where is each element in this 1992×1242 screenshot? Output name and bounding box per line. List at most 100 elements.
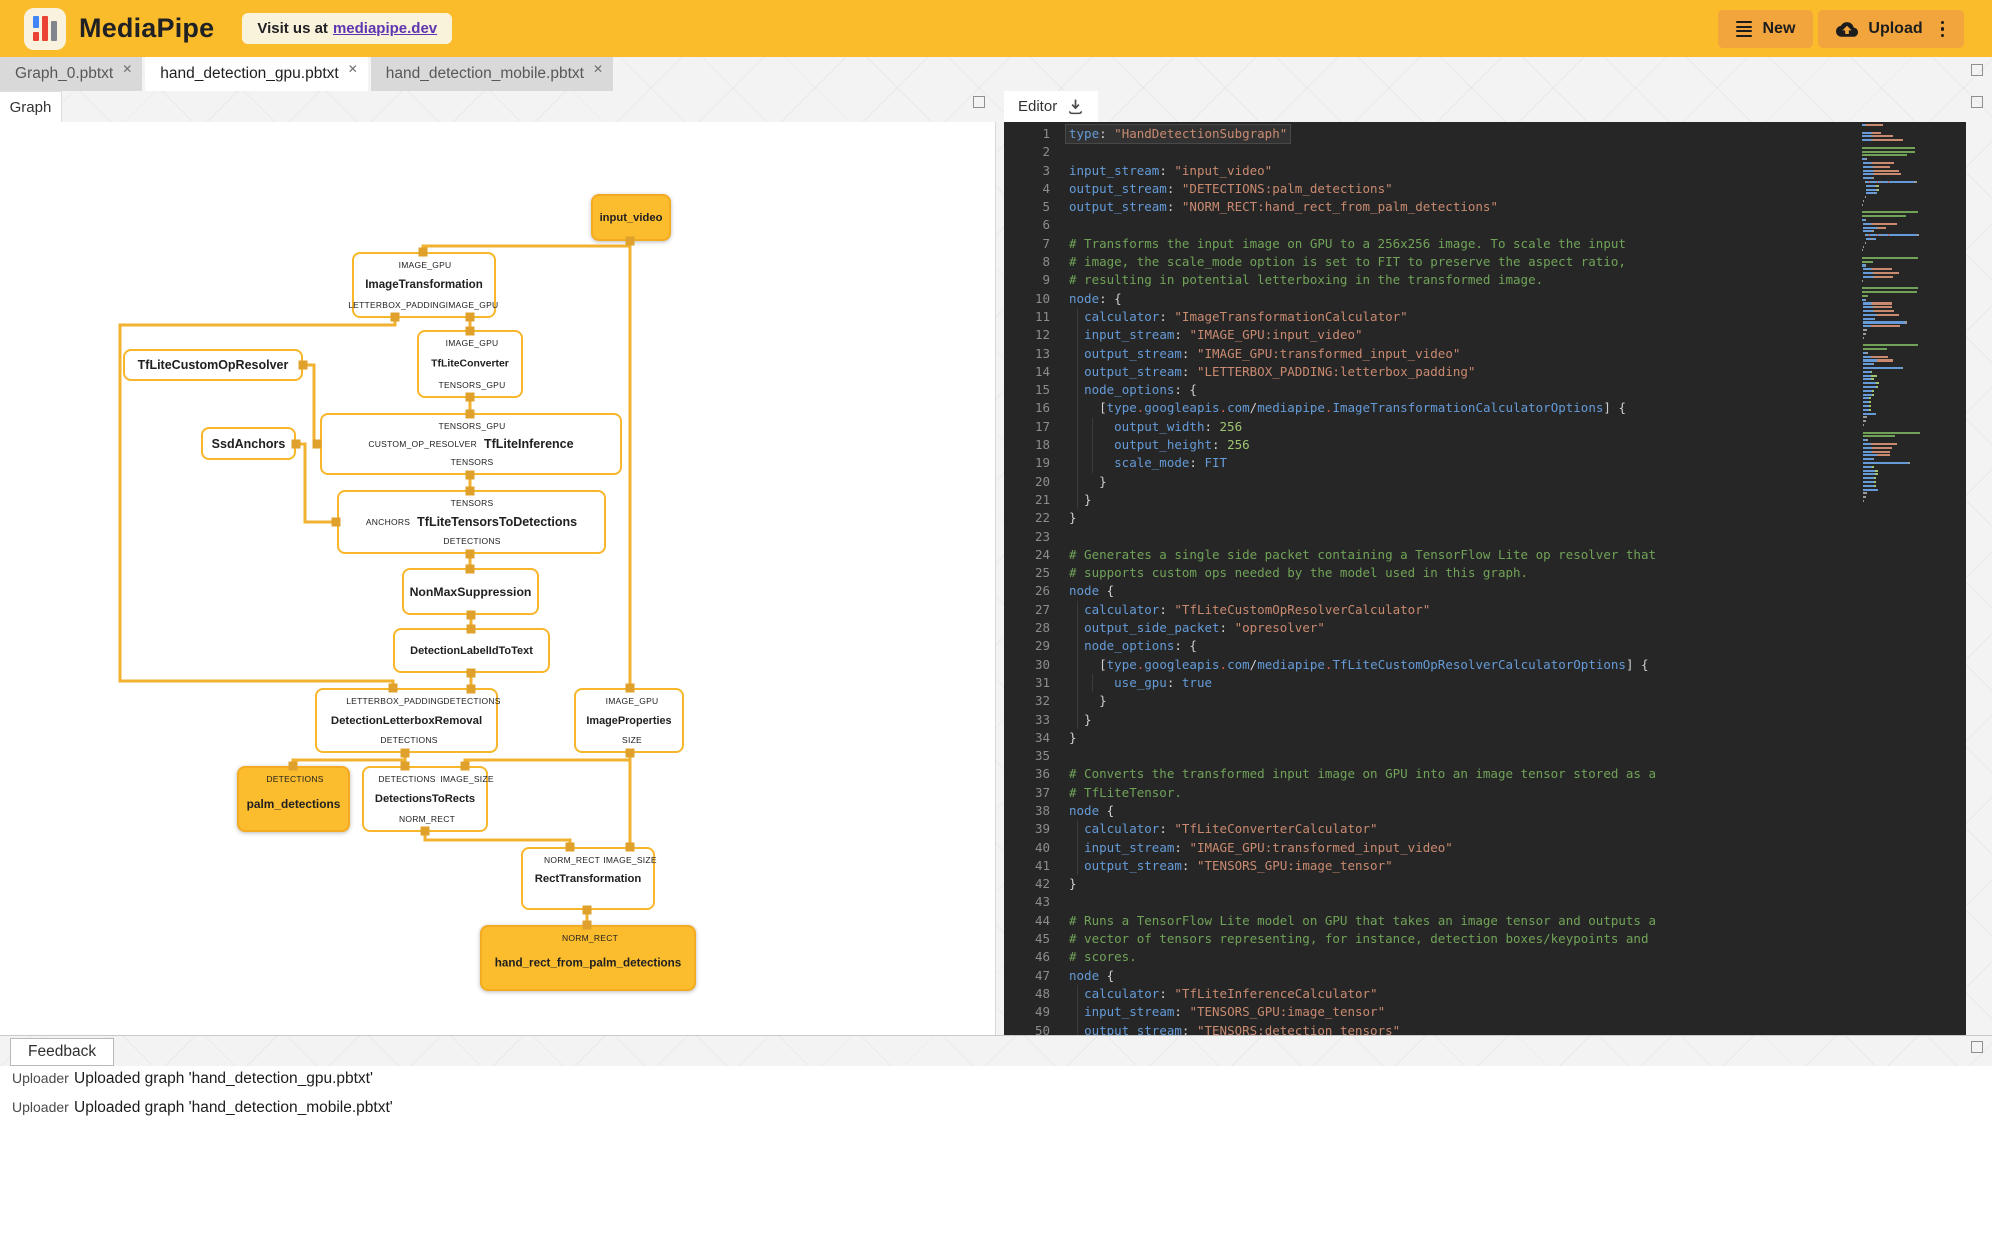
popout-editor-icon[interactable]	[1971, 96, 1983, 108]
code-line: 49 input_stream: "TENSORS_GPU:image_tens…	[1004, 1003, 1966, 1022]
new-button[interactable]: New	[1718, 10, 1814, 48]
code-line: 18 output_height: 256	[1004, 436, 1966, 455]
download-icon[interactable]	[1067, 98, 1084, 115]
node-TfLiteTensorsToDetections[interactable]: TENSORS DETECTIONS ANCHORS TfLiteTensorsToD…	[337, 490, 606, 554]
port-label: DETECTIONS	[380, 735, 438, 745]
node-RectTransformation[interactable]: NORM_RECT IMAGE_SIZE RectTransformation	[521, 847, 657, 910]
popout-top-icon[interactable]	[1971, 64, 1983, 76]
code-line: 48 calculator: "TfLiteInferenceCalculato…	[1004, 984, 1966, 1004]
tab-feedback[interactable]: Feedback	[10, 1038, 115, 1066]
new-list-icon	[1736, 20, 1753, 38]
node-title: SsdAnchors	[211, 436, 286, 451]
code-lines: 1 type: "HandDetectionSubgraph" 2 3 input_st…	[1004, 125, 1966, 1035]
node-title: DetectionLabelIdToText	[410, 644, 533, 657]
file-tab-label: hand_detection_gpu.pbtxt	[160, 65, 339, 82]
code-line: 37 # TfLiteTensor.	[1034, 784, 1182, 800]
app-header: MediaPipe Visit us at mediapipe.dev New …	[0, 0, 1992, 57]
mediapipe-visualizer: MediaPipe Visit us at mediapipe.dev New …	[0, 0, 1992, 1242]
code-line: 19 scale_mode: FIT	[1004, 454, 1966, 473]
feedback-row: Uploader Uploaded graph 'hand_detection_m…	[0, 1099, 1992, 1128]
tab-graph[interactable]: Graph	[0, 91, 62, 122]
file-tab[interactable]: Graph_0.pbtxt ✕	[0, 57, 143, 91]
node-title: input_video	[599, 211, 663, 224]
close-icon[interactable]: ✕	[348, 62, 358, 76]
visit-pill: Visit us at mediapipe.dev	[242, 13, 453, 44]
port-label: DETECTIONS	[378, 774, 436, 784]
node-title: TfLiteConverter	[431, 358, 509, 370]
code-line: 36 # Converts the transformed input image…	[1034, 766, 1656, 782]
code-line: 24 # Generates a single side packet conta…	[1034, 546, 1656, 562]
port-label: NORM_RECT	[543, 855, 601, 865]
node-palm_detections[interactable]: DETECTIONS palm_detections	[237, 766, 350, 832]
feedback-message: Uploaded graph 'hand_detection_gpu.pbtxt…	[74, 1070, 373, 1087]
code-editor[interactable]: 1 type: "HandDetectionSubgraph" 2 3 input_st…	[1004, 122, 1966, 1035]
popout-graph-icon[interactable]	[973, 96, 985, 108]
port-label: ANCHORS	[365, 517, 411, 527]
node-DetectionLetterboxRemoval[interactable]: LETTERBOX_PADDING DETECTIONS DETECTIONS Det…	[315, 688, 500, 753]
code-line: 43	[1034, 894, 1050, 910]
node-DetectionsToRects[interactable]: DETECTIONS IMAGE_SIZE NORM_RECT DetectionsT…	[362, 766, 494, 832]
file-tab[interactable]: hand_detection_gpu.pbtxt ✕	[145, 57, 368, 91]
code-line: 6	[1042, 217, 1050, 233]
close-icon[interactable]: ✕	[122, 62, 132, 76]
node-title: TfLiteCustomOpResolver	[137, 358, 289, 372]
node-hand_rect_from_palm_detections[interactable]: NORM_RECT hand_rect_from_palm_detections	[480, 925, 696, 991]
file-tab-label: hand_detection_mobile.pbtxt	[385, 65, 584, 82]
port-label: NORM_RECT	[561, 933, 619, 943]
port-label: TENSORS_GPU	[438, 380, 506, 390]
code-line: 14 output_stream: "LETTERBOX_PADDING:let…	[1004, 362, 1966, 382]
code-line: 38 node {	[1034, 802, 1115, 818]
code-line: 2	[1042, 144, 1050, 160]
code-line: 39 calculator: "TfLiteConverterCalculato…	[1004, 820, 1966, 839]
graph-canvas[interactable]: input_video IMAGE_GPU LETTERBOX_PADDING IMA…	[0, 122, 996, 1035]
port-label: IMAGE_SIZE	[603, 855, 657, 865]
code-line: 25 # supports custom ops needed by the mo…	[1034, 565, 1529, 581]
port-label: NORM_RECT	[398, 814, 456, 824]
upload-menu-kebab-icon[interactable]	[1939, 19, 1946, 39]
node-title: TfLiteTensorsToDetections	[417, 515, 578, 529]
code-line: 17 output_width: 256	[1004, 417, 1966, 437]
tab-editor[interactable]: Editor	[1004, 91, 1099, 122]
code-line: 33 }	[1004, 710, 1966, 729]
code-line: 8 # image, the scale_mode option is set t…	[1042, 254, 1626, 270]
node-input_video[interactable]: input_video	[591, 194, 671, 241]
code-line: 50 output_stream: "TENSORS:detection_ten…	[1004, 1021, 1966, 1035]
node-DetectionLabelIdToText[interactable]: DetectionLabelIdToText	[393, 628, 550, 673]
code-line: 28 output_side_packet: "opresolver"	[1004, 619, 1966, 638]
close-icon[interactable]: ✕	[593, 62, 603, 76]
editor-minimap[interactable]	[1862, 124, 1950, 507]
node-title: DetectionsToRects	[374, 793, 476, 805]
code-line: 20 }	[1004, 472, 1966, 491]
popout-feedback-icon[interactable]	[1971, 1041, 1983, 1053]
node-ImageProperties[interactable]: IMAGE_GPU SIZE ImageProperties	[574, 688, 684, 753]
node-SsdAnchors[interactable]: SsdAnchors	[201, 427, 296, 460]
code-line: 34}	[1034, 729, 1077, 745]
node-TfLiteInference[interactable]: TENSORS_GPU TENSORS CUSTOM_OP_RESOLVER TfLi…	[320, 413, 622, 475]
code-line: 23	[1034, 528, 1050, 544]
code-line: 9 # resulting in potential letterboxing i…	[1042, 272, 1544, 288]
code-line: 31 use_gpu: true	[1004, 673, 1966, 693]
feedback-message: Uploaded graph 'hand_detection_mobile.pb…	[74, 1099, 393, 1116]
node-NonMaxSuppression[interactable]: NonMaxSuppression	[402, 568, 539, 615]
node-title: hand_rect_from_palm_detections	[494, 956, 682, 970]
code-line: 21 }	[1004, 490, 1966, 510]
mediapipe-dev-link[interactable]: mediapipe.dev	[333, 20, 437, 37]
port-label: IMAGE_GPU	[605, 696, 659, 706]
code-line: 44 # Runs a TensorFlow Lite model on GPU …	[1034, 912, 1656, 928]
port-label: IMAGE_GPU	[445, 338, 499, 348]
code-line: 3 input_stream: "input_video"	[1042, 162, 1273, 178]
node-ImageTransformation[interactable]: IMAGE_GPU LETTERBOX_PADDING IMAGE_GPU Image…	[348, 252, 498, 318]
code-line: 41 output_stream: "TENSORS_GPU:image_ten…	[1004, 856, 1966, 876]
mediapipe-logo-icon	[24, 7, 66, 50]
node-TfLiteConverter[interactable]: IMAGE_GPU TENSORS_GPU TfLiteConverter	[417, 330, 523, 398]
node-title: ImageTransformation	[365, 279, 483, 291]
code-line: 1 type: "HandDetectionSubgraph"	[1004, 125, 1966, 144]
node-TfLiteCustomOpResolver[interactable]: TfLiteCustomOpResolver	[123, 349, 303, 381]
code-line: 40 input_stream: "IMAGE_GPU:transformed_…	[1004, 838, 1966, 857]
code-line: 7 # Transforms the input image on GPU to …	[1042, 235, 1626, 251]
code-line: 5 output_stream: "NORM_RECT:hand_rect_fro…	[1042, 199, 1498, 215]
upload-button[interactable]: Upload	[1818, 10, 1964, 48]
code-line: 46 # scores.	[1034, 949, 1137, 965]
node-title: palm_detections	[246, 796, 341, 811]
file-tab[interactable]: hand_detection_mobile.pbtxt ✕	[370, 57, 614, 91]
